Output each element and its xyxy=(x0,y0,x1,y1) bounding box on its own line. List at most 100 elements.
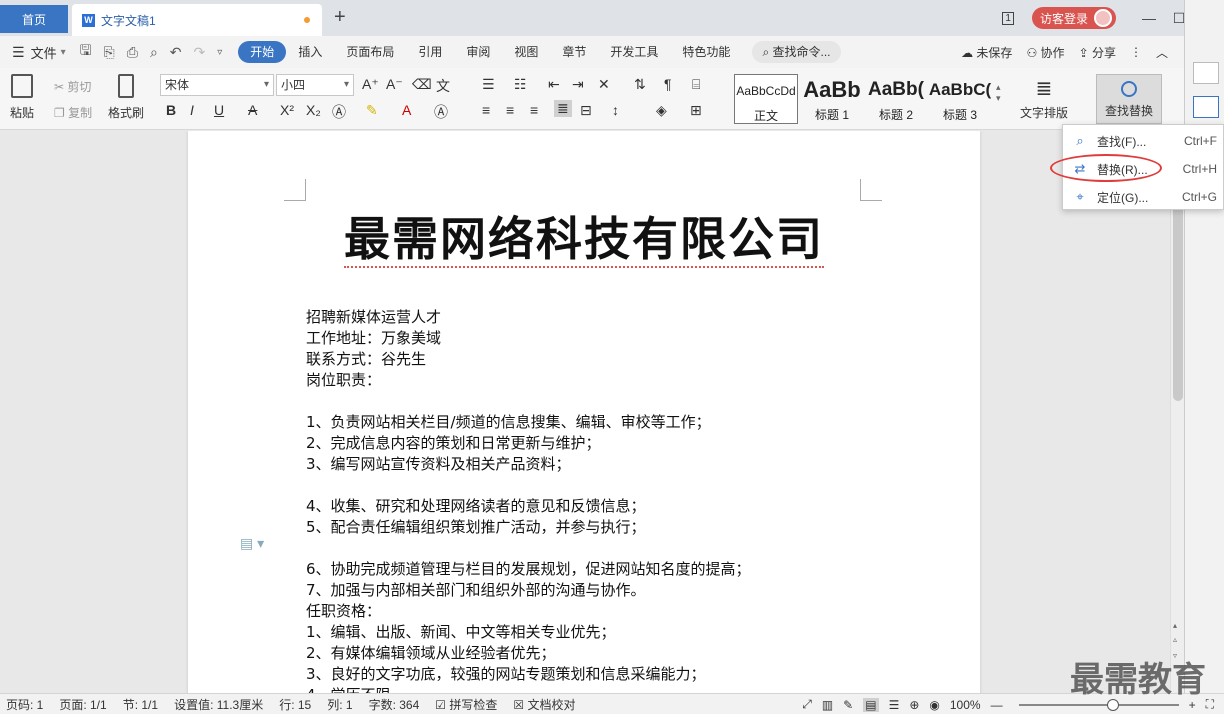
edit-mode-icon[interactable]: ✎ xyxy=(843,698,853,712)
side-panel-button[interactable] xyxy=(1193,62,1219,84)
status-word-count[interactable]: 字数: 364 xyxy=(369,696,420,713)
style-heading-3[interactable]: AaBbC( 标题 3 xyxy=(928,74,992,124)
zoom-level[interactable]: 100% xyxy=(950,698,981,712)
collapse-ribbon-icon[interactable]: ︿ xyxy=(1156,44,1168,61)
align-right-icon[interactable]: ≡ xyxy=(530,102,538,118)
align-left-icon[interactable]: ≡ xyxy=(482,102,490,118)
phonetic-icon[interactable]: 文 xyxy=(436,76,450,96)
show-marks-icon[interactable]: ¶ xyxy=(664,76,672,92)
save-icon[interactable]: 🖫 xyxy=(80,40,92,64)
distribute-icon[interactable]: ⊟ xyxy=(580,102,592,119)
menu-item-goto[interactable]: ⌖ 定位(G)... Ctrl+G xyxy=(1063,183,1224,211)
tab-home-ribbon[interactable]: 开始 xyxy=(238,41,287,63)
superscript-icon[interactable]: X² xyxy=(280,102,294,118)
menu-item-find[interactable]: ⌕ 查找(F)... Ctrl+F xyxy=(1063,127,1224,155)
font-effects-icon[interactable]: Ⓐ xyxy=(332,102,346,122)
tab-developer[interactable]: 开发工具 xyxy=(598,41,670,63)
status-col[interactable]: 列: 1 xyxy=(327,696,352,713)
fullscreen-icon[interactable]: ⤢ xyxy=(802,697,812,712)
underline-icon[interactable]: U xyxy=(214,102,224,118)
borders-icon[interactable]: ⊞ xyxy=(690,102,702,119)
format-painter-button[interactable]: 格式刷 xyxy=(108,74,144,121)
highlight-icon[interactable]: ✎ xyxy=(366,102,378,119)
tab-home[interactable]: 首页 xyxy=(0,5,68,33)
bold-icon[interactable]: B xyxy=(166,102,176,118)
numbering-icon[interactable]: ☷ xyxy=(514,76,527,93)
styles-scroll-icon[interactable]: ▴ ▾ xyxy=(996,82,1001,104)
font-size-select[interactable]: 小四 xyxy=(276,74,354,96)
side-panel-button[interactable] xyxy=(1193,96,1219,118)
status-section[interactable]: 节: 1/1 xyxy=(123,696,158,713)
tab-document[interactable]: W 文字文稿1 xyxy=(72,4,322,36)
cut-button[interactable]: ✂ 剪切 xyxy=(54,78,91,95)
find-replace-button[interactable]: 查找替换 xyxy=(1096,74,1162,124)
tab-review[interactable]: 审阅 xyxy=(454,41,502,63)
login-button[interactable]: 访客登录 xyxy=(1031,7,1116,29)
ruler-icon[interactable]: ⌸ xyxy=(692,76,700,93)
doc-proof-button[interactable]: ☒ 文档校对 xyxy=(513,696,575,713)
page-up-icon[interactable]: ▵ xyxy=(1173,635,1177,644)
font-color-icon[interactable]: A xyxy=(402,102,411,118)
status-page-num[interactable]: 页码: 1 xyxy=(6,696,43,713)
style-heading-1[interactable]: AaBb 标题 1 xyxy=(800,74,864,124)
search-command-input[interactable]: ⌕ 查找命令... xyxy=(752,41,841,63)
customize-icon[interactable]: ▿ xyxy=(217,47,222,58)
justify-icon[interactable]: ≣ xyxy=(554,100,572,117)
redo-icon[interactable]: ↷ xyxy=(194,44,206,61)
paragraph-options-icon[interactable]: ▤ ▾ xyxy=(240,535,264,552)
strikethrough-icon[interactable]: A xyxy=(248,102,257,118)
page-view-icon[interactable]: ▤ xyxy=(863,697,879,712)
undo-icon[interactable]: ↶ xyxy=(170,44,182,61)
tab-insert[interactable]: 插入 xyxy=(286,41,334,63)
copy-button[interactable]: ❐ 复制 xyxy=(54,104,92,121)
text-layout-button[interactable]: ≣ 文字排版 xyxy=(1020,76,1068,121)
sort-icon[interactable]: ⇅ xyxy=(634,76,646,93)
subscript-icon[interactable]: X₂ xyxy=(306,102,321,118)
scroll-arrow-up-icon[interactable]: ▴ xyxy=(1173,621,1177,630)
tab-chapter[interactable]: 章节 xyxy=(550,41,598,63)
spell-check-button[interactable]: ☑ 拼写检查 xyxy=(435,696,497,713)
document-page[interactable]: 最需网络科技有限公司 招聘新媒体运营人才 工作地址：万象美域 联系方式：谷先生 … xyxy=(188,131,980,693)
tab-references[interactable]: 引用 xyxy=(406,41,454,63)
share-button[interactable]: ⇪ 分享 xyxy=(1079,44,1116,61)
add-tab-button[interactable]: + xyxy=(334,6,346,29)
style-heading-2[interactable]: AaBb( 标题 2 xyxy=(864,74,928,124)
tab-view[interactable]: 视图 xyxy=(502,41,550,63)
line-spacing-icon[interactable]: ↕ xyxy=(612,102,619,118)
zoom-slider[interactable] xyxy=(1018,698,1179,711)
paste-button[interactable]: 粘贴 xyxy=(10,74,34,121)
export-icon[interactable]: ⎘ xyxy=(104,44,115,61)
unsaved-button[interactable]: ☁ 未保存 xyxy=(961,44,1012,61)
bullets-icon[interactable]: ☰ xyxy=(482,76,495,93)
page-count-badge[interactable]: 1 xyxy=(1002,11,1014,25)
preview-icon[interactable]: ⌕ xyxy=(150,44,158,61)
chinese-layout-icon[interactable]: ✕ xyxy=(598,76,610,93)
status-row[interactable]: 行: 15 xyxy=(279,696,311,713)
document-area[interactable]: 最需网络科技有限公司 招聘新媒体运营人才 工作地址：万象美域 联系方式：谷先生 … xyxy=(0,131,1170,693)
read-mode-icon[interactable]: ▥ xyxy=(822,698,833,712)
font-name-select[interactable]: 宋体 xyxy=(160,74,274,96)
more-icon[interactable]: ⋮ xyxy=(1130,45,1142,59)
increase-indent-icon[interactable]: ⇥ xyxy=(572,76,584,93)
status-setting[interactable]: 设置值: 11.3厘米 xyxy=(174,696,263,713)
fit-page-icon[interactable]: ⛶ xyxy=(1206,697,1214,712)
grow-font-icon[interactable]: A⁺ xyxy=(362,76,379,93)
vertical-scrollbar[interactable]: ▴ ▵ ▿ xyxy=(1170,131,1184,693)
zoom-out-icon[interactable]: — xyxy=(991,698,1003,712)
collab-button[interactable]: ⚇ 协作 xyxy=(1026,44,1064,61)
print-icon[interactable]: ⎙ xyxy=(127,44,138,61)
align-center-icon[interactable]: ≡ xyxy=(506,102,514,118)
decrease-indent-icon[interactable]: ⇤ xyxy=(548,76,560,93)
tab-page-layout[interactable]: 页面布局 xyxy=(334,41,406,63)
outline-view-icon[interactable]: ☰ xyxy=(889,698,900,712)
shrink-font-icon[interactable]: A⁻ xyxy=(386,76,403,93)
file-menu[interactable]: ☰ 文件 ▾ xyxy=(0,43,66,62)
shading-icon[interactable]: ◈ xyxy=(656,102,667,119)
minimize-icon[interactable]: — xyxy=(1134,10,1164,26)
italic-icon[interactable]: I xyxy=(190,102,194,118)
eye-protect-icon[interactable]: ◉ xyxy=(929,698,939,712)
web-view-icon[interactable]: ⊕ xyxy=(909,698,919,712)
tab-features[interactable]: 特色功能 xyxy=(670,41,742,63)
style-normal[interactable]: AaBbCcDd 正文 xyxy=(734,74,798,124)
char-border-icon[interactable]: Ⓐ xyxy=(434,102,448,122)
